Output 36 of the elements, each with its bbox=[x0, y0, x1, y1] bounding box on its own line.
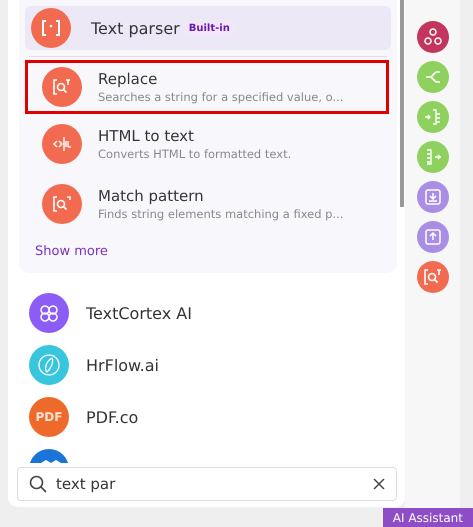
app-name: PDF.co bbox=[86, 408, 138, 426]
app-name: HrFlow.ai bbox=[86, 356, 159, 374]
search-icon bbox=[29, 475, 47, 493]
app-logo: PDF bbox=[29, 397, 69, 437]
app-item[interactable]: TextCortex AI bbox=[8, 287, 405, 339]
scrollbar-thumb[interactable] bbox=[400, 0, 404, 207]
group-header[interactable]: Text parser Built-in bbox=[25, 6, 391, 50]
search-field[interactable]: text par bbox=[17, 467, 397, 501]
app-item[interactable]: PDF PDF.co bbox=[8, 391, 405, 443]
module-item[interactable]: Match pattern Finds string elements matching a fixed p... bbox=[25, 174, 389, 234]
webhook-icon[interactable] bbox=[416, 21, 448, 53]
upload-icon[interactable] bbox=[416, 221, 448, 253]
app-item[interactable]: HrFlow.ai bbox=[8, 339, 405, 391]
app-title: Text parser bbox=[91, 18, 180, 38]
ai-assistant-button[interactable]: AI Assistant bbox=[382, 508, 473, 527]
search-text-icon bbox=[42, 67, 82, 107]
app-name: TextCortex AI bbox=[86, 304, 192, 322]
aggregator-icon[interactable] bbox=[416, 141, 448, 173]
html-icon bbox=[42, 124, 82, 164]
search-icon bbox=[42, 184, 82, 224]
module-item[interactable]: HTML to text Converts HTML to formatted text. bbox=[25, 114, 389, 174]
module-description: Searches a string for a specified value, o... bbox=[98, 90, 344, 104]
module-item[interactable]: Replace Searches a string for a specified value, o... bbox=[25, 60, 389, 114]
module-name: HTML to text bbox=[98, 127, 195, 145]
clear-icon[interactable] bbox=[373, 478, 385, 490]
module-name: Match pattern bbox=[98, 187, 205, 205]
download-icon[interactable] bbox=[416, 181, 448, 213]
module-name: Replace bbox=[98, 70, 158, 88]
search-text-icon[interactable] bbox=[416, 261, 448, 293]
module-description: Finds string elements matching a fixed p... bbox=[98, 207, 344, 221]
brackets-icon bbox=[31, 8, 71, 48]
built-in-badge: Built-in bbox=[184, 20, 234, 36]
router-icon[interactable] bbox=[416, 61, 448, 93]
iterator-icon[interactable] bbox=[416, 101, 448, 133]
module-description: Converts HTML to formatted text. bbox=[98, 147, 292, 161]
show-more-link[interactable]: Show more bbox=[35, 244, 108, 259]
